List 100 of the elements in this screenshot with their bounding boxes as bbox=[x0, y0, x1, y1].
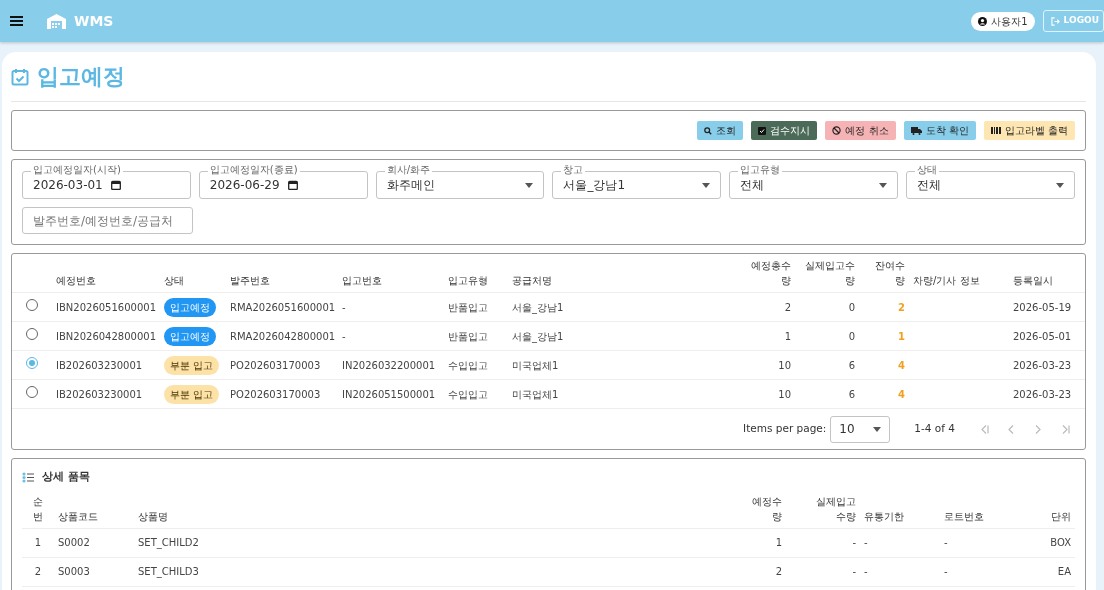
table-cell: 6 bbox=[848, 388, 855, 400]
table-cell: 2026-05-01 bbox=[1013, 330, 1072, 342]
table-cell: IN2026051500001 bbox=[342, 388, 436, 400]
column-header: 예정수량 bbox=[751, 494, 782, 524]
toolbar-button[interactable]: 조회 bbox=[697, 121, 744, 140]
table-cell: IB202603230001 bbox=[56, 388, 143, 400]
status-badge: 입고예정 bbox=[164, 297, 216, 317]
column-header: 잔여수량 bbox=[875, 259, 905, 288]
column-header: 순번 bbox=[32, 494, 44, 524]
table-cell: SET_CHILD3 bbox=[138, 566, 199, 577]
table-cell: 미국업체1 bbox=[512, 388, 559, 400]
table-cell: 1 bbox=[775, 537, 782, 548]
clipboard-check-icon bbox=[758, 126, 767, 135]
column-header: 로트번호 bbox=[944, 509, 984, 524]
last-page-icon[interactable] bbox=[1060, 423, 1071, 435]
menu-icon[interactable] bbox=[10, 16, 23, 26]
search-field[interactable]: 발주번호/예정번호/공급처 bbox=[22, 207, 193, 234]
user-icon bbox=[978, 16, 988, 26]
caret-icon bbox=[525, 182, 534, 188]
table-cell: 수입입고 bbox=[448, 388, 488, 400]
table-cell: PO202603170003 bbox=[230, 359, 321, 371]
table-cell: 2026-03-23 bbox=[1013, 388, 1072, 400]
column-header: 공급처명 bbox=[512, 274, 552, 288]
first-page-icon[interactable] bbox=[979, 423, 990, 435]
toolbar-button[interactable]: 검수지시 bbox=[751, 121, 818, 140]
table-cell: EA bbox=[1057, 566, 1071, 577]
page-range: 1-4 of 4 bbox=[914, 421, 955, 437]
remaining-quantity: 4 bbox=[898, 359, 905, 371]
table-cell: S0002 bbox=[58, 537, 90, 548]
table-cell: 2 bbox=[775, 566, 782, 577]
caret-icon bbox=[879, 182, 888, 188]
table-cell: - bbox=[852, 537, 856, 548]
column-header: 상품명 bbox=[138, 509, 168, 524]
table-cell: IBN2026051600001 bbox=[56, 301, 156, 313]
table-cell: 2026-05-19 bbox=[1013, 301, 1072, 313]
toolbar-button[interactable]: 예정 취소 bbox=[825, 121, 896, 140]
table-cell: IN2026032200001 bbox=[342, 359, 436, 371]
field-label: 상태 bbox=[915, 165, 940, 175]
table-cell: - bbox=[864, 566, 868, 577]
table-cell: 10 bbox=[778, 359, 791, 371]
items-per-page-label: Items per page: bbox=[743, 421, 827, 437]
field-label: 창고 bbox=[561, 165, 586, 175]
field-label: 입고예정일자(종료) bbox=[207, 165, 300, 175]
column-header: 유통기한 bbox=[864, 509, 904, 524]
search-icon bbox=[704, 126, 713, 135]
remaining-quantity: 4 bbox=[898, 388, 905, 400]
table-cell: 10 bbox=[778, 388, 791, 400]
column-header: 상태 bbox=[164, 274, 184, 288]
table-cell: - bbox=[864, 537, 868, 548]
table-cell: 수입입고 bbox=[448, 359, 488, 371]
caret-icon bbox=[1055, 182, 1064, 188]
page-size-select[interactable]: 10 bbox=[830, 415, 891, 443]
page-title: 입고예정 bbox=[37, 63, 125, 91]
table-cell: RMA2026042800001 bbox=[230, 330, 336, 342]
app-title: WMS bbox=[74, 11, 114, 31]
column-header: 등록일시 bbox=[1013, 274, 1053, 288]
table-cell: IB202603230001 bbox=[56, 359, 143, 371]
table-cell: IBN2026042800001 bbox=[56, 330, 156, 342]
truck-icon bbox=[910, 126, 922, 135]
column-header: 차량/기사 정보 bbox=[913, 274, 980, 288]
table-cell: 2 bbox=[34, 566, 42, 577]
table-cell: 0 bbox=[848, 330, 855, 342]
caret-icon bbox=[873, 426, 882, 432]
caret-icon bbox=[702, 182, 711, 188]
column-header: 입고유형 bbox=[448, 274, 488, 288]
calendar-check-icon bbox=[11, 67, 29, 86]
table-cell: 서울_강남1 bbox=[512, 330, 564, 342]
table-cell: - bbox=[944, 566, 948, 577]
block-icon bbox=[832, 126, 842, 135]
table-cell: RMA2026051600001 bbox=[230, 301, 336, 313]
column-header: 예정총수량 bbox=[751, 259, 791, 288]
barcode-icon bbox=[990, 127, 1001, 134]
toolbar-button[interactable]: 입고라벨 출력 bbox=[983, 121, 1075, 140]
list-icon bbox=[22, 471, 34, 483]
next-page-icon[interactable] bbox=[1033, 423, 1044, 435]
table-cell: S0003 bbox=[58, 566, 90, 577]
table-cell: 2 bbox=[784, 301, 791, 313]
toolbar-button[interactable]: 도착 확인 bbox=[903, 121, 976, 140]
logout-icon bbox=[1050, 16, 1060, 26]
status-badge: 부분 입고 bbox=[164, 384, 220, 404]
table-cell: - bbox=[944, 537, 948, 548]
calendar-icon bbox=[287, 180, 298, 190]
table-cell: - bbox=[342, 330, 346, 342]
user-badge[interactable]: 사용자1 bbox=[971, 11, 1035, 31]
table-cell: 1 bbox=[34, 537, 42, 548]
section-title: 상세 품목 bbox=[42, 469, 90, 485]
table-cell: 2026-03-23 bbox=[1013, 359, 1072, 371]
table-cell: BOX bbox=[1050, 537, 1071, 548]
status-badge: 입고예정 bbox=[164, 326, 216, 346]
field-label: 입고예정일자(시작) bbox=[31, 165, 123, 175]
table-cell: - bbox=[342, 301, 346, 313]
column-header: 예정번호 bbox=[56, 274, 96, 288]
table-cell: 미국업체1 bbox=[512, 359, 559, 371]
column-header: 단위 bbox=[1051, 509, 1071, 524]
remaining-quantity: 1 bbox=[898, 330, 905, 342]
table-cell: - bbox=[852, 566, 856, 577]
column-header: 발주번호 bbox=[230, 274, 270, 288]
table-cell: PO202603170003 bbox=[230, 388, 321, 400]
status-badge: 부분 입고 bbox=[164, 355, 220, 375]
field-label: 입고유형 bbox=[738, 165, 783, 175]
